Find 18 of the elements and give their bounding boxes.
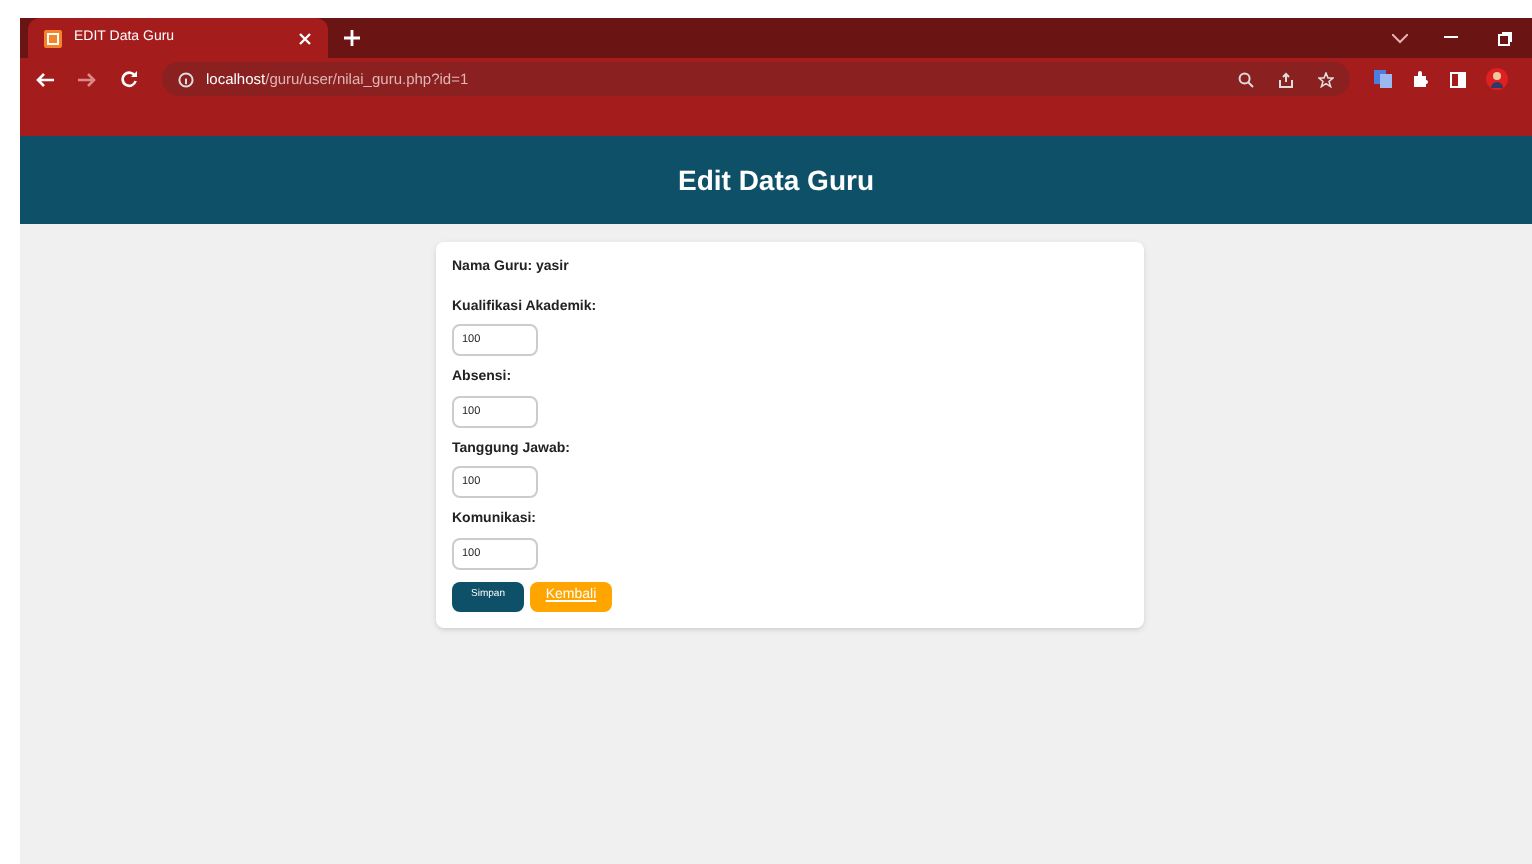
side-panel-icon[interactable] xyxy=(1450,71,1466,87)
page-title: Edit Data Guru xyxy=(677,161,874,199)
minimize-icon[interactable] xyxy=(1444,36,1458,40)
share-icon[interactable] xyxy=(1278,71,1294,87)
back-icon[interactable] xyxy=(36,71,54,87)
avatar-icon[interactable] xyxy=(1486,68,1508,90)
forward-icon[interactable] xyxy=(78,71,96,87)
star-icon[interactable] xyxy=(1318,71,1334,87)
tab-favicon-icon xyxy=(44,29,62,47)
restore-icon[interactable] xyxy=(1498,31,1512,45)
info-icon[interactable] xyxy=(178,71,194,87)
new-tab-icon[interactable] xyxy=(344,30,360,46)
zoom-icon[interactable] xyxy=(1238,71,1254,87)
reload-icon[interactable] xyxy=(120,70,138,88)
puzzle-icon[interactable] xyxy=(1412,70,1430,88)
chevron-down-icon[interactable] xyxy=(1392,33,1408,43)
translate-icon[interactable] xyxy=(1374,70,1392,88)
close-icon[interactable] xyxy=(298,31,312,45)
